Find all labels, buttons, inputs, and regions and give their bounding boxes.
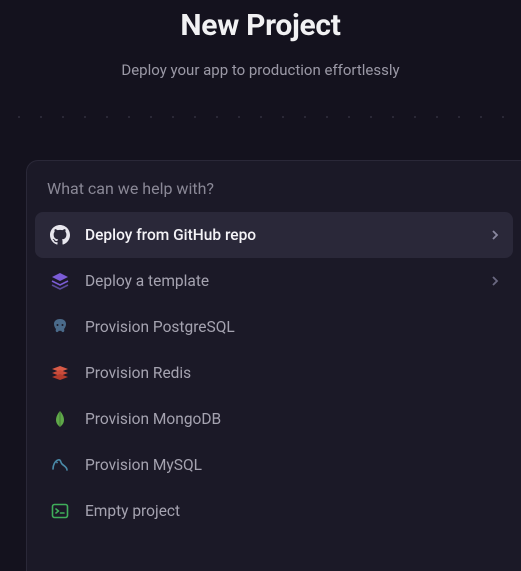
option-provision-redis[interactable]: Provision Redis bbox=[35, 350, 513, 396]
options-list: Deploy from GitHub repo Deploy a templat… bbox=[27, 212, 521, 534]
search-wrap bbox=[27, 171, 521, 212]
option-label: Deploy a template bbox=[85, 272, 477, 290]
option-label: Provision Redis bbox=[85, 364, 499, 382]
chevron-right-icon bbox=[491, 229, 499, 241]
option-label: Deploy from GitHub repo bbox=[85, 226, 477, 244]
search-input[interactable] bbox=[47, 179, 501, 198]
template-icon bbox=[49, 270, 71, 292]
divider-dots bbox=[0, 113, 521, 121]
option-provision-mysql[interactable]: Provision MySQL bbox=[35, 442, 513, 488]
terminal-icon bbox=[49, 500, 71, 522]
chevron-right-icon bbox=[491, 275, 499, 287]
option-label: Provision MySQL bbox=[85, 456, 499, 474]
option-provision-mongodb[interactable]: Provision MongoDB bbox=[35, 396, 513, 442]
option-label: Empty project bbox=[85, 502, 499, 520]
option-empty-project[interactable]: Empty project bbox=[35, 488, 513, 534]
page-title: New Project bbox=[0, 8, 521, 43]
redis-icon bbox=[49, 362, 71, 384]
mysql-icon bbox=[49, 454, 71, 476]
option-deploy-github[interactable]: Deploy from GitHub repo bbox=[35, 212, 513, 258]
command-panel: Deploy from GitHub repo Deploy a templat… bbox=[26, 160, 521, 571]
option-provision-postgresql[interactable]: Provision PostgreSQL bbox=[35, 304, 513, 350]
mongodb-icon bbox=[49, 408, 71, 430]
option-label: Provision MongoDB bbox=[85, 410, 499, 428]
header: New Project Deploy your app to productio… bbox=[0, 0, 521, 79]
postgres-icon bbox=[49, 316, 71, 338]
option-label: Provision PostgreSQL bbox=[85, 318, 499, 336]
option-deploy-template[interactable]: Deploy a template bbox=[35, 258, 513, 304]
page-subtitle: Deploy your app to production effortless… bbox=[0, 61, 521, 79]
github-icon bbox=[49, 224, 71, 246]
